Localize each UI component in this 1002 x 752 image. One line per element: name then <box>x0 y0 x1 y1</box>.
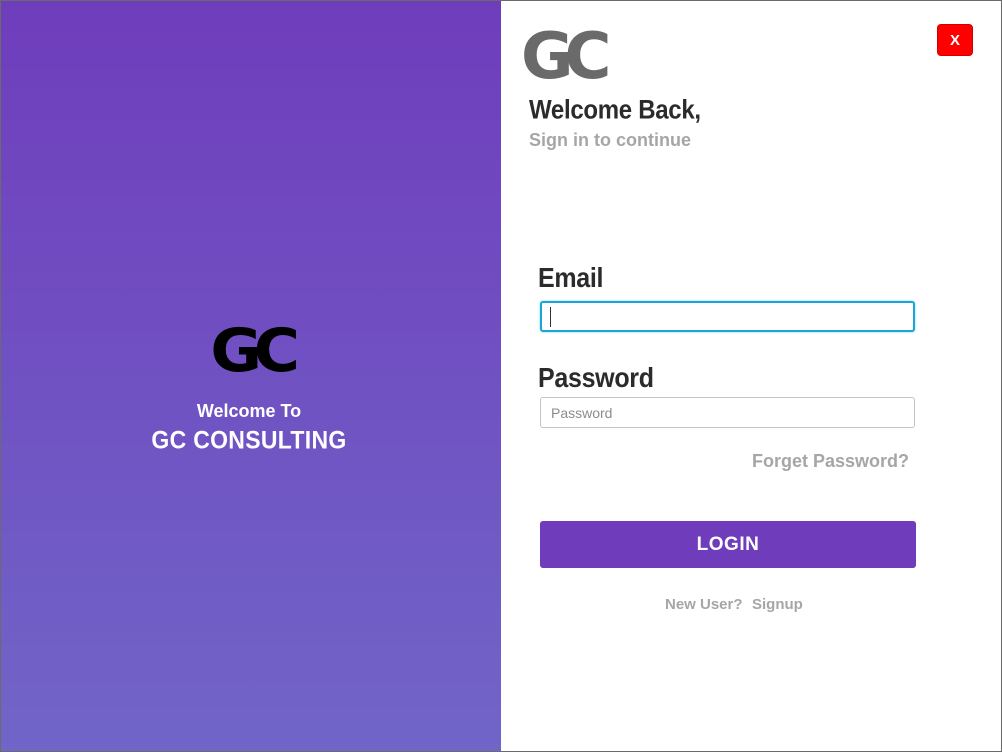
welcome-back-heading: Welcome Back, <box>529 95 701 126</box>
signup-link[interactable]: Signup <box>752 596 803 613</box>
gc-logo: GC <box>210 316 300 386</box>
login-window: GC Welcome To GC CONSULTING X GC Welcome… <box>0 0 1002 752</box>
welcome-panel: GC Welcome To GC CONSULTING <box>1 1 501 751</box>
sign-in-subtitle: Sign in to continue <box>529 130 691 150</box>
gc-logo-small: GC <box>521 20 612 94</box>
new-user-text: New User? <box>665 596 743 613</box>
company-name: GC CONSULTING <box>151 425 347 455</box>
email-label: Email <box>538 263 604 294</box>
login-button[interactable]: LOGIN <box>540 521 916 568</box>
welcome-to-text: Welcome To <box>196 401 302 421</box>
login-panel: X GC Welcome Back, Sign in to continue E… <box>501 1 1001 751</box>
close-button[interactable]: X <box>937 24 973 56</box>
text-caret <box>550 307 551 327</box>
password-label: Password <box>538 363 654 394</box>
forgot-password-link[interactable]: Forget Password? <box>752 451 909 472</box>
email-field[interactable] <box>540 301 915 332</box>
password-field[interactable] <box>540 397 915 428</box>
